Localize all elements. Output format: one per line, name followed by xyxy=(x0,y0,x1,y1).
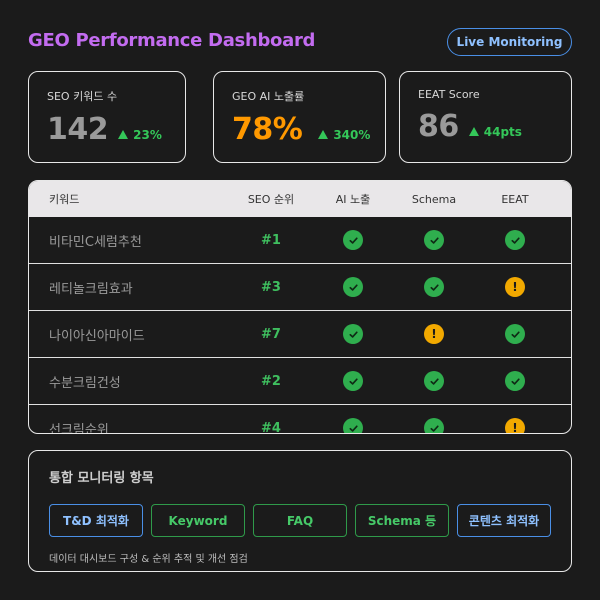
check-icon xyxy=(505,230,525,251)
ai-exposure-cell xyxy=(319,324,387,345)
check-icon xyxy=(424,277,444,298)
live-monitoring-button[interactable]: Live Monitoring xyxy=(447,28,572,56)
check-icon xyxy=(505,371,525,392)
monitoring-panel: 통합 모니터링 항목 T&D 최적화 Keyword FAQ Schema 등 … xyxy=(28,450,572,572)
column-header-keyword: 키워드 xyxy=(49,193,80,206)
metric-card-seo-keywords: SEO 키워드 수 142 23% xyxy=(28,71,186,163)
seo-rank-cell: #7 xyxy=(261,326,281,342)
metric-label: SEO 키워드 수 xyxy=(47,90,118,103)
table-row[interactable]: 수분크림건성 #2 xyxy=(29,358,571,405)
table-row[interactable]: 나이아신아마이드 #7! xyxy=(29,311,571,358)
check-icon xyxy=(424,418,444,433)
metric-value: 142 xyxy=(47,112,109,147)
monitoring-heading: 통합 모니터링 항목 xyxy=(49,471,154,486)
seo-rank-cell: #4 xyxy=(261,420,281,434)
metric-card-eeat-score: EEAT Score 86 44pts xyxy=(399,71,572,163)
schema-cell xyxy=(387,418,481,433)
table-row[interactable]: 비타민C세럼추천 #1 xyxy=(29,217,571,264)
schema-cell xyxy=(387,277,481,298)
seo-rank-cell: #1 xyxy=(261,232,281,248)
table-body: 비타민C세럼추천 #1 레티놀크림효과 #3! 나이아신아마이드 #7! 수분크림건성 #2 선… xyxy=(29,217,571,434)
keyword-cell: 선크림순위 xyxy=(49,422,109,434)
column-header-eeat: EEAT xyxy=(501,192,529,206)
ai-exposure-cell xyxy=(319,418,387,433)
check-icon xyxy=(343,230,363,251)
eeat-cell xyxy=(481,324,549,345)
metric-label: GEO AI 노출률 xyxy=(232,90,305,103)
monitoring-note: 데이터 대시보드 구성 & 순위 추적 및 개선 점검 xyxy=(49,554,248,565)
check-icon xyxy=(343,324,363,345)
metric-delta: 23% xyxy=(118,128,162,142)
metric-delta-text: 23% xyxy=(133,127,162,142)
metric-delta: 340% xyxy=(318,128,370,142)
ai-exposure-cell xyxy=(319,277,387,298)
exclamation-icon: ! xyxy=(505,418,525,433)
check-icon xyxy=(424,371,444,392)
eeat-cell xyxy=(481,230,549,251)
seo-rank-cell: #2 xyxy=(261,373,281,389)
check-icon xyxy=(343,418,363,433)
up-triangle-icon xyxy=(468,127,479,136)
keyword-cell: 수분크림건성 xyxy=(49,375,121,391)
metric-delta-text: 44pts xyxy=(483,124,522,139)
metric-value: 86 xyxy=(418,109,459,144)
eeat-cell: ! xyxy=(481,277,549,298)
schema-cell: ! xyxy=(387,324,481,345)
monitoring-chips: T&D 최적화 Keyword FAQ Schema 등 콘텐츠 최적화 xyxy=(49,504,551,537)
exclamation-icon: ! xyxy=(505,277,525,298)
ai-exposure-cell xyxy=(319,230,387,251)
schema-cell xyxy=(387,230,481,251)
eeat-cell: ! xyxy=(481,418,549,433)
chip-schema[interactable]: Schema 등 xyxy=(355,504,449,537)
check-icon xyxy=(343,277,363,298)
table-header: 키워드 SEO 순위 AI 노출 Schema EEAT xyxy=(29,181,571,217)
up-triangle-icon xyxy=(318,130,329,139)
keyword-cell: 나이아신아마이드 xyxy=(49,328,145,344)
chip-keyword[interactable]: Keyword xyxy=(151,504,245,537)
column-header-schema: Schema xyxy=(411,192,457,206)
schema-cell xyxy=(387,371,481,392)
chip-td-optimization[interactable]: T&D 최적화 xyxy=(49,504,143,537)
seo-rank-cell: #3 xyxy=(261,279,281,295)
column-header-seo-rank: SEO 순위 xyxy=(247,193,295,206)
keyword-cell: 비타민C세럼추천 xyxy=(49,234,142,250)
metric-value: 78% xyxy=(232,112,303,147)
metric-delta-text: 340% xyxy=(333,127,371,142)
exclamation-icon: ! xyxy=(424,324,444,345)
table-row[interactable]: 레티놀크림효과 #3! xyxy=(29,264,571,311)
column-header-ai-exposure: AI 노출 xyxy=(335,193,371,206)
chip-content-optimization[interactable]: 콘텐츠 최적화 xyxy=(457,504,551,537)
keyword-cell: 레티놀크림효과 xyxy=(49,281,133,297)
check-icon xyxy=(343,371,363,392)
eeat-cell xyxy=(481,371,549,392)
up-triangle-icon xyxy=(118,130,129,139)
ai-exposure-cell xyxy=(319,371,387,392)
metric-delta: 44pts xyxy=(468,124,522,139)
table-row[interactable]: 선크림순위 #4! xyxy=(29,405,571,434)
keyword-table[interactable]: 키워드 SEO 순위 AI 노출 Schema EEAT 비타민C세럼추천 #1 레… xyxy=(28,180,572,434)
metric-card-geo-ai-exposure: GEO AI 노출률 78% 340% xyxy=(213,71,386,163)
page-title: GEO Performance Dashboard xyxy=(28,30,316,51)
chip-faq[interactable]: FAQ xyxy=(253,504,347,537)
metric-label: EEAT Score xyxy=(418,88,480,101)
check-icon xyxy=(505,324,525,345)
check-icon xyxy=(424,230,444,251)
